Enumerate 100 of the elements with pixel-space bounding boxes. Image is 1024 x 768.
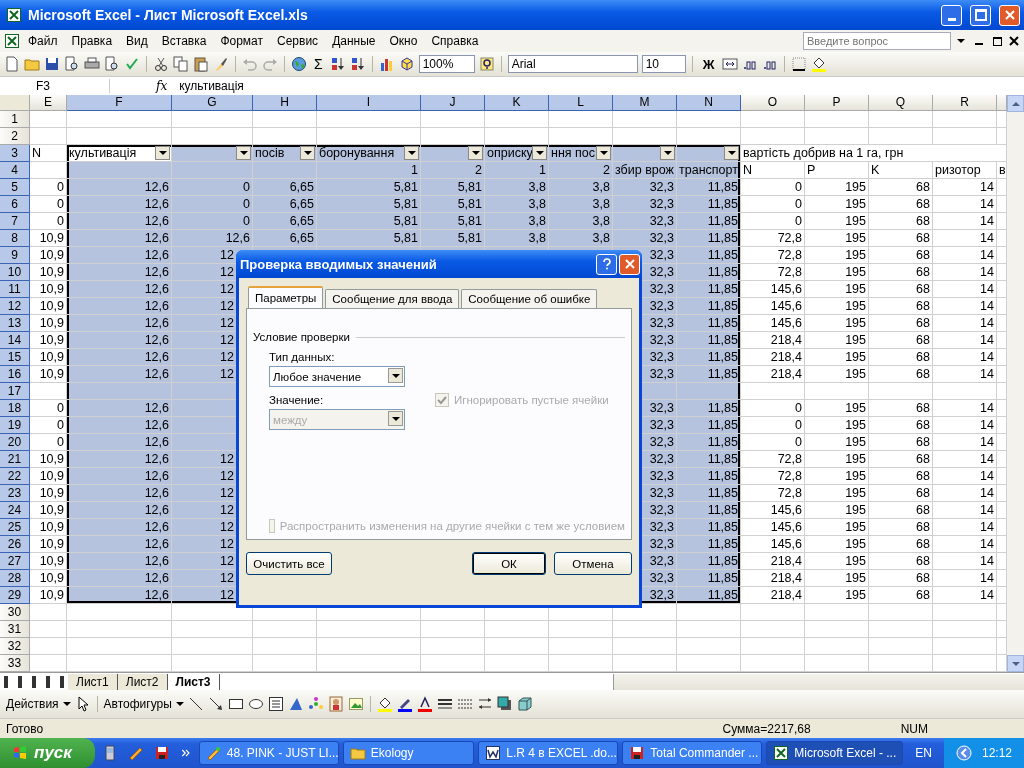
filter-button[interactable] [468, 146, 483, 160]
check-icon[interactable] [124, 56, 140, 72]
diagram-icon[interactable] [307, 696, 324, 712]
name-box[interactable]: F3 [0, 79, 110, 93]
menu-item[interactable]: Окно [383, 32, 424, 50]
shadow-icon[interactable] [496, 696, 513, 712]
menu-item[interactable]: Вид [120, 32, 154, 50]
scroll-up-button[interactable] [1007, 95, 1024, 112]
row-header[interactable]: 31 [0, 621, 30, 638]
bold-button[interactable]: Ж [698, 56, 719, 72]
printer-icon[interactable] [84, 56, 100, 72]
arrow-style-icon[interactable] [476, 696, 493, 712]
filter-button[interactable] [532, 146, 547, 160]
row-header[interactable]: 13 [0, 315, 30, 332]
filter-button[interactable] [596, 146, 611, 160]
column-header[interactable]: E [30, 95, 67, 111]
column-header[interactable]: M [613, 95, 677, 111]
function-button[interactable]: fx [110, 79, 176, 93]
column-header[interactable]: G [172, 95, 253, 111]
font-color-icon[interactable] [416, 696, 433, 712]
help-icon[interactable] [478, 56, 495, 72]
column-header[interactable]: K [485, 95, 549, 111]
vertical-scrollbar[interactable] [1007, 95, 1024, 672]
horizontal-scrollbar[interactable] [613, 673, 1024, 690]
row-header[interactable]: 27 [0, 553, 30, 570]
filter-button[interactable] [236, 146, 251, 160]
row-header[interactable]: 6 [0, 196, 30, 213]
dialog-tab[interactable]: Сообщение об ошибке [461, 289, 598, 308]
row-header[interactable]: 14 [0, 332, 30, 349]
column-header[interactable]: L [549, 95, 613, 111]
taskbar-button[interactable]: Ekology [342, 741, 475, 765]
column-header[interactable]: N [677, 95, 741, 111]
taskbar-button[interactable]: L.R 4 в EXCEL .do... [478, 741, 619, 765]
sum-button[interactable]: Σ [311, 56, 326, 72]
taskbar-button[interactable]: Microsoft Excel - ... [766, 741, 904, 765]
chevron-icon[interactable] [179, 747, 192, 759]
help-search-field[interactable]: Введите вопрос [803, 32, 951, 50]
save-icon[interactable] [44, 56, 60, 72]
formula-field[interactable]: культивація [175, 79, 244, 93]
row-header[interactable]: 18 [0, 400, 30, 417]
copy-icon[interactable] [173, 56, 189, 72]
sort-icon[interactable] [329, 56, 346, 72]
row-header[interactable]: 23 [0, 485, 30, 502]
close-button[interactable] [999, 4, 1020, 26]
row-header[interactable]: 26 [0, 536, 30, 553]
column-header[interactable]: F [67, 95, 172, 111]
menu-item[interactable]: Данные [326, 32, 382, 50]
row-header[interactable]: 20 [0, 434, 30, 451]
row-header[interactable]: 8 [0, 230, 30, 247]
row-header[interactable]: 30 [0, 604, 30, 621]
line-icon[interactable] [187, 696, 204, 712]
line-color-icon[interactable] [396, 696, 413, 712]
column-header[interactable]: O [741, 95, 805, 111]
taskbar-button[interactable]: Total Commander ... [622, 741, 763, 765]
menu-item[interactable]: Формат [214, 32, 270, 50]
actions-menu[interactable]: Действия [6, 697, 59, 711]
borders-icon[interactable] [791, 56, 808, 72]
minimize-button[interactable] [941, 4, 962, 26]
row-header[interactable]: 7 [0, 213, 30, 230]
rectangle-icon[interactable] [227, 696, 244, 712]
dialog-button[interactable]: Очистить все [246, 552, 332, 575]
row-header[interactable]: 33 [0, 655, 30, 672]
column-header[interactable]: J [421, 95, 485, 111]
fill-color-icon[interactable] [376, 696, 393, 712]
filter-button[interactable] [300, 146, 315, 160]
3d-box-icon[interactable] [516, 696, 533, 712]
brush-icon[interactable] [213, 56, 229, 72]
dialog-tab[interactable]: Сообщение для ввода [325, 289, 460, 308]
column-header[interactable]: Q [869, 95, 933, 111]
dialog-button[interactable]: Отмена [554, 552, 632, 575]
column-header[interactable]: R [933, 95, 997, 111]
filter-button[interactable] [155, 146, 170, 160]
sort-icon[interactable] [349, 56, 366, 72]
row-header[interactable]: 25 [0, 519, 30, 536]
row-header[interactable]: 22 [0, 468, 30, 485]
menu-item[interactable]: Справка [425, 32, 485, 50]
row-header[interactable]: 3 [0, 145, 30, 162]
row-header[interactable]: 5 [0, 179, 30, 196]
row-header[interactable]: 28 [0, 570, 30, 587]
dialog-button[interactable]: ОК [472, 552, 546, 575]
text-box-icon[interactable] [267, 696, 284, 712]
scissors-icon[interactable] [153, 56, 169, 72]
dialog-tab[interactable]: Параметры [248, 286, 324, 308]
restore-icon[interactable] [993, 36, 1002, 46]
autoshapes-menu[interactable]: Автофигуры [103, 697, 172, 711]
filter-button[interactable] [724, 146, 739, 160]
taskbar-button[interactable]: 48. PINK - JUST LI... [198, 741, 339, 765]
fill-color-icon[interactable] [811, 56, 828, 72]
column-header[interactable]: H [253, 95, 317, 111]
close-icon[interactable] [1008, 35, 1020, 47]
close-button[interactable] [619, 253, 640, 275]
row-header[interactable]: 2 [0, 128, 30, 145]
font-dropdown[interactable]: Arial [507, 55, 638, 73]
pencil-icon[interactable] [127, 745, 144, 761]
sheet-tab[interactable]: Лист1 [68, 673, 118, 690]
filter-button[interactable] [660, 146, 675, 160]
globe-icon[interactable] [291, 56, 307, 72]
cube-icon[interactable] [398, 56, 415, 72]
line-style-icon[interactable] [436, 696, 453, 712]
row-header[interactable]: 15 [0, 349, 30, 366]
